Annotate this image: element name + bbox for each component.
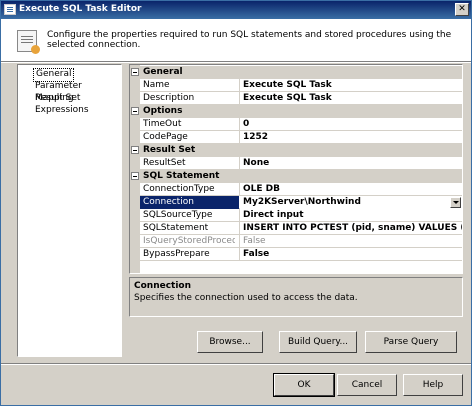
property-value[interactable]: Execute SQL Task [243,79,462,92]
description-title: Connection [134,281,192,291]
window-title: Execute SQL Task Editor [19,4,142,14]
property-name: SQLStatement [143,223,209,233]
property-value: False [243,236,266,246]
property-value[interactable]: My2KServer\Northwind [243,196,462,209]
browse-button[interactable]: Browse... [197,331,263,353]
category-options[interactable]: Options [130,105,462,118]
column-divider [239,118,240,131]
property-name: IsQueryStoredProcedure [143,236,235,246]
nav-item-parameter-mapping[interactable]: Parameter Mapping [33,80,121,103]
collapse-icon[interactable] [131,68,139,76]
property-name: Description [143,93,195,103]
property-grid: General Name Execute SQL Task Descriptio… [129,64,463,274]
dialog-window: Execute SQL Task Editor ✕ Configure the … [0,0,472,406]
ok-button[interactable]: OK [273,373,335,397]
property-row-sqlsourcetype[interactable]: SQLSourceType Direct input [140,209,462,222]
nav-item-expressions[interactable]: Expressions [33,104,91,116]
sql-task-icon [17,30,40,54]
column-divider [239,79,240,92]
property-name: SQLSourceType [143,210,213,220]
property-value[interactable]: Direct input [243,209,462,222]
parse-query-button[interactable]: Parse Query [365,331,457,353]
column-divider [239,235,240,248]
category-sql-statement[interactable]: SQL Statement [130,170,462,183]
property-value[interactable]: 1252 [243,131,462,144]
property-name: CodePage [143,132,188,142]
column-divider [239,248,240,261]
property-value[interactable]: False [243,248,462,261]
category-label: SQL Statement [143,171,220,181]
property-row-isquerystoredprocedure: IsQueryStoredProcedure False [140,235,462,248]
property-row-connection[interactable]: Connection My2KServer\Northwind [140,196,462,209]
footer-divider [1,363,471,365]
property-row-description[interactable]: Description Execute SQL Task [140,92,462,105]
category-label: Result Set [143,145,196,155]
category-label: Options [143,106,183,116]
build-query-button[interactable]: Build Query... [279,331,357,353]
property-value[interactable]: INSERT INTO PCTEST (pid, sname) VALUES (… [243,222,462,235]
header-divider [1,61,471,63]
property-row-resultset[interactable]: ResultSet None [140,157,462,170]
property-name: TimeOut [143,119,182,129]
category-label: General [143,67,183,77]
property-name: ConnectionType [143,184,215,194]
header-panel: Configure the properties required to run… [1,19,471,61]
collapse-icon[interactable] [131,107,139,115]
property-name: BypassPrepare [143,249,210,259]
property-value[interactable]: 0 [243,118,462,131]
collapse-icon[interactable] [131,146,139,154]
property-value[interactable]: OLE DB [243,183,462,196]
header-description: Configure the properties required to run… [47,30,452,50]
title-bar[interactable]: Execute SQL Task Editor ✕ [1,1,471,19]
property-description-panel: Connection Specifies the connection used… [129,277,463,317]
column-divider [239,222,240,235]
column-divider [239,157,240,170]
property-name: ResultSet [143,158,186,168]
property-row-bypassprepare[interactable]: BypassPrepare False [140,248,462,261]
chevron-down-icon[interactable] [450,197,461,208]
property-name: Name [143,80,170,90]
task-editor-icon [4,4,16,15]
collapse-icon[interactable] [131,172,139,180]
property-value[interactable]: Execute SQL Task [243,92,462,105]
column-divider [239,131,240,144]
property-row-name[interactable]: Name Execute SQL Task [140,79,462,92]
description-text: Specifies the connection used to access … [134,293,358,303]
property-name: Connection [140,196,239,209]
column-divider [239,209,240,222]
category-result-set[interactable]: Result Set [130,144,462,157]
property-row-codepage[interactable]: CodePage 1252 [140,131,462,144]
grid-gutter [130,65,140,273]
column-divider [239,183,240,196]
property-row-timeout[interactable]: TimeOut 0 [140,118,462,131]
property-value[interactable]: None [243,157,462,170]
help-button[interactable]: Help [403,374,463,396]
close-button[interactable]: ✕ [455,3,469,16]
nav-item-result-set[interactable]: Result Set [33,92,82,104]
page-list: General Parameter Mapping Result Set Exp… [17,64,122,357]
column-divider [239,92,240,105]
property-row-connectiontype[interactable]: ConnectionType OLE DB [140,183,462,196]
property-row-sqlstatement[interactable]: SQLStatement INSERT INTO PCTEST (pid, sn… [140,222,462,235]
cancel-button[interactable]: Cancel [337,374,397,396]
category-general[interactable]: General [130,66,462,79]
connection-dropdown[interactable]: My2KServer\Northwind [240,196,462,209]
